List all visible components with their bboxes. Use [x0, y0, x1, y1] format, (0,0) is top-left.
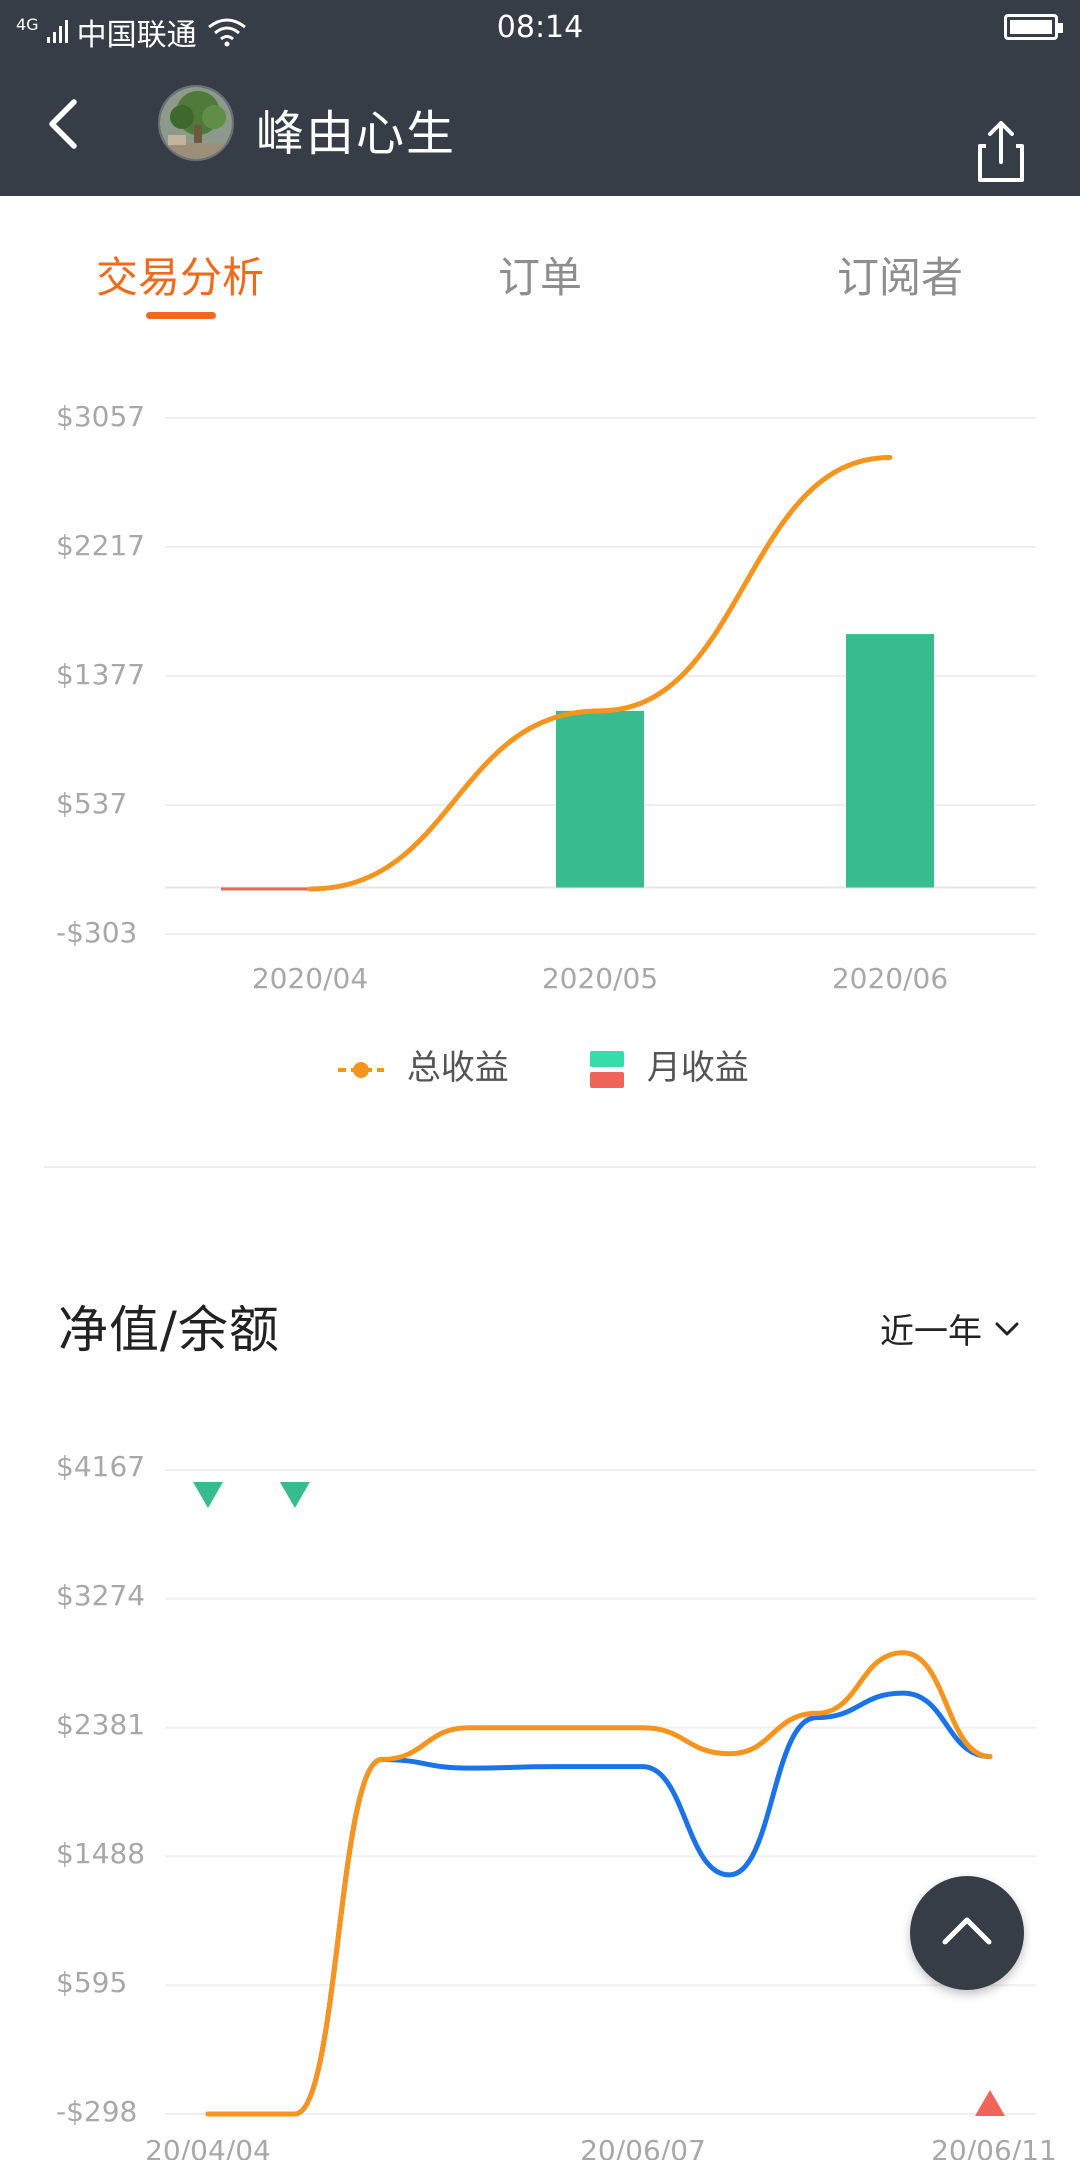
chevron-up-icon — [942, 1917, 992, 1945]
up-triangle-marker — [975, 2090, 1005, 2116]
x-tick-label: 20/06/11 — [931, 2134, 1057, 2160]
scroll-to-top-button[interactable] — [910, 1876, 1024, 1990]
orange-series-line — [205, 1650, 993, 2117]
equity-balance-chart — [165, 1469, 1036, 2117]
blue-series-line — [205, 1690, 993, 2117]
down-triangle-marker — [279, 1482, 310, 1508]
x-tick-label: 20/04/04 — [145, 2134, 271, 2160]
app-root: 4G 中国联通 08:14 峰由心生 交易分析 订单 订阅者 $3057 $22… — [0, 0, 1080, 2160]
down-triangle-marker — [193, 1482, 223, 1508]
x-tick-label: 20/06/07 — [580, 2134, 706, 2160]
